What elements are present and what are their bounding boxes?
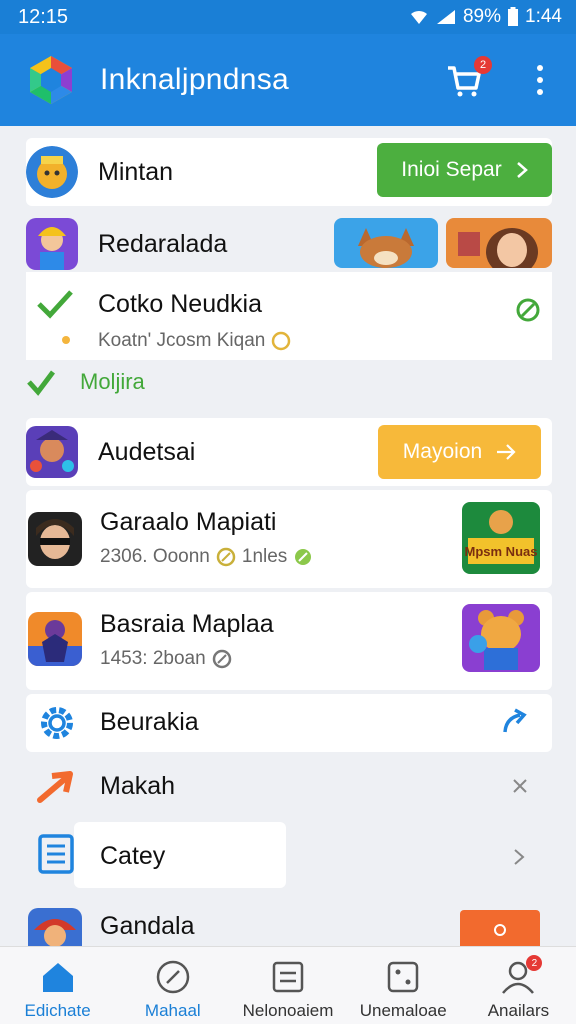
signal-icon [436,10,455,24]
game-logo-thumbnail[interactable]: Mpsm Nuas [462,502,540,574]
item-title[interactable]: Makah [100,772,175,801]
check-icon [27,370,55,396]
item-title: Cotko Neudkia [98,290,262,318]
more-dot-icon [537,77,543,83]
more-menu-button[interactable] [536,65,544,95]
item-title: Mintan [98,157,174,186]
cart-button[interactable]: 2 [444,56,492,100]
play-button-label: Mayoion [402,440,483,463]
nav-label: Nelonoaiem [242,1001,334,1020]
bottom-navigation: Edichate Mahaal Nelonoaiem Unemaloae 2 A [0,946,576,1024]
nav-label: Mahaal [144,1001,201,1020]
check-icon [37,290,73,319]
battery-icon [508,7,519,26]
item-title: Gandala [100,912,195,940]
item-title: Audetsai [98,437,196,466]
nav-explore[interactable]: Mahaal [115,947,230,1024]
ninja-game-icon [28,512,82,566]
game-logo-text: Mpsm Nuas [465,544,538,559]
lion-avatar-icon [26,146,78,198]
warrior-game-icon [26,426,78,478]
section-title: Moljira [80,369,145,394]
item-extra: 1nles [241,546,288,567]
home-icon [42,963,73,992]
item-subtitle-row: Koatn' Jcosm Kiqan [98,330,291,352]
gear-icon [41,707,73,739]
nav-label: Anailars [487,1001,550,1020]
game-character-icon [26,218,78,270]
status-time: 12:15 [18,5,69,28]
app-logo-icon [30,56,72,104]
circle-icon [494,924,506,936]
app-title: Inknaljpndnsa [100,63,290,96]
arrow-icon [37,771,73,803]
profile-icon-wrap: 2 [500,955,543,995]
hero-game-icon [28,612,82,666]
coin-icon [212,649,231,669]
status-bar: 12:15 89% 1:44 [0,0,576,34]
nav-home[interactable]: Edichate [0,947,115,1024]
close-icon[interactable] [512,778,528,794]
nav-label: Edichate [24,1001,91,1020]
install-button-label: Inioi Separ [401,158,502,181]
bear-game-thumbnail[interactable] [462,604,540,672]
action-button[interactable] [460,910,540,946]
play-button[interactable]: Mayoion [378,425,541,479]
document-icon [38,834,74,874]
cart-badge: 2 [474,56,492,74]
item-subtitle: 1453: 2boan [100,648,206,669]
item-title: Garaalo Mapiati [100,508,277,536]
install-button[interactable]: Inioi Separ [377,143,552,197]
leaf-icon [295,549,312,565]
section-header: Moljira [26,368,145,396]
app-bar: Inknaljpndnsa 2 [0,34,576,126]
list-icon [272,961,304,993]
compass-icon [156,960,190,994]
more-dot-icon [537,89,543,95]
fox-game-thumbnail[interactable] [334,218,438,268]
item-title: Beurakia [100,708,199,736]
nav-games[interactable]: Unemaloae [346,947,461,1024]
item-subtitle: Koatn' Jcosm Kiqan [98,330,266,351]
status-clock: 1:44 [525,6,562,27]
chevron-right-icon [516,162,528,178]
content-list: Mintan Inioi Separ Redaralada Cotko Neud… [0,126,576,946]
battery-percent: 89% [462,6,502,27]
nav-profile[interactable]: 2 Anailars [461,947,576,1024]
coin-icon [216,547,236,567]
status-indicators: 89% 1:44 [409,6,562,28]
wifi-icon [410,10,427,24]
nav-label: Unemaloae [359,1001,447,1020]
arrow-right-icon [497,444,516,460]
item-subtitle-row: 1453: 2boan [100,648,232,670]
dice-icon [387,961,419,993]
chevron-right-icon[interactable] [512,848,526,866]
status-dot [62,336,70,344]
item-title: Redaralada [98,229,228,258]
coin-icon [272,331,291,351]
nav-list[interactable]: Nelonoaiem [230,947,345,1024]
item-title: Catey [100,842,166,870]
item-subtitle-row: 2306. Ooonn 1nles [100,546,313,568]
barbarian-game-icon [28,908,82,946]
item-title: Basraia Maplaa [100,610,274,638]
item-subtitle: 2306. Ooonn [100,546,210,567]
more-dot-icon [537,65,543,71]
girl-game-thumbnail[interactable] [446,218,552,268]
notification-badge: 2 [526,955,543,971]
leaf-icon[interactable] [516,298,540,322]
share-arrow-icon[interactable] [500,706,530,736]
